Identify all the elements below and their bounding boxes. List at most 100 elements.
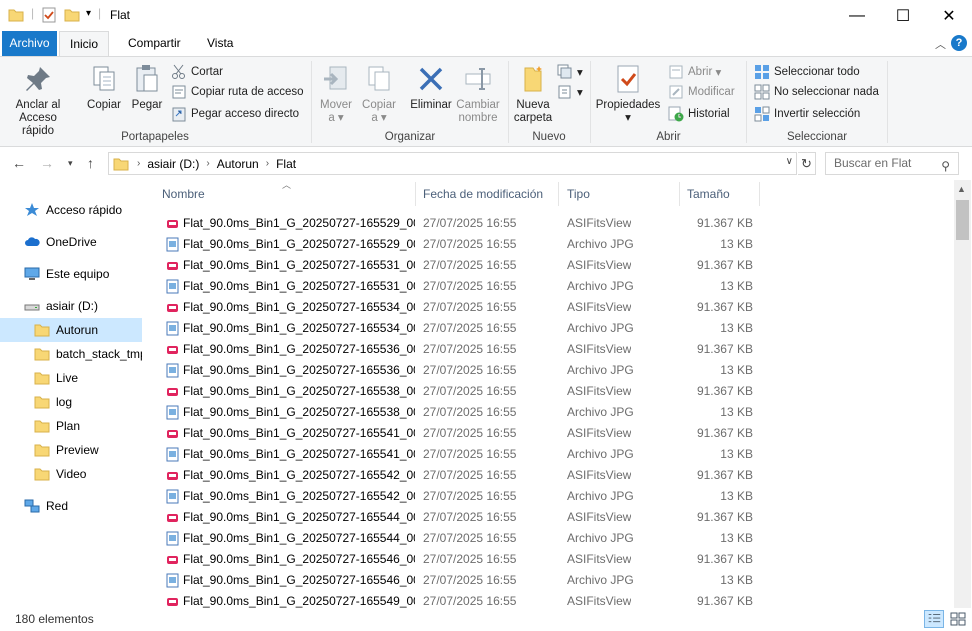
collapse-ribbon-icon[interactable]: ︿ — [935, 36, 946, 52]
open-button[interactable]: Abrir ▾ — [668, 63, 721, 81]
recent-locations-icon[interactable]: ▾ — [68, 158, 73, 169]
nav-item-este-equipo[interactable]: Este equipo — [0, 262, 142, 286]
select-none-button[interactable]: No seleccionar nada — [754, 83, 879, 101]
file-date: 27/07/2025 16:55 — [423, 405, 517, 419]
file-row[interactable]: Flat_90.0ms_Bin1_G_20250727-165546_0009 2… — [158, 549, 778, 570]
properties-qat-icon[interactable] — [41, 7, 57, 23]
file-row[interactable]: Flat_90.0ms_Bin1_G_20250727-165534_0003 2… — [158, 297, 778, 318]
scrollbar-thumb[interactable] — [956, 200, 969, 240]
title-separator: | — [98, 6, 102, 20]
scroll-up-icon[interactable]: ▲ — [957, 184, 966, 194]
breadcrumb-autorun[interactable]: Autorun — [217, 157, 259, 171]
column-divider[interactable] — [679, 182, 680, 206]
new-folder-label-2: carpeta — [513, 112, 553, 124]
qat-customize-icon[interactable]: ▾ — [86, 8, 91, 19]
file-row[interactable]: Flat_90.0ms_Bin1_G_20250727-165546_00...… — [158, 570, 778, 591]
nav-item-video[interactable]: Video — [0, 462, 142, 486]
nav-item-autorun[interactable]: Autorun — [0, 318, 142, 342]
nav-item-plan[interactable]: Plan — [0, 414, 142, 438]
maximize-button[interactable]: ☐ — [880, 0, 926, 31]
file-row[interactable]: Flat_90.0ms_Bin1_G_20250727-165549_0010 2… — [158, 591, 778, 608]
breadcrumb-drive[interactable]: asiair (D:) — [147, 157, 199, 171]
file-row[interactable]: Flat_90.0ms_Bin1_G_20250727-165538_00...… — [158, 402, 778, 423]
up-arrow-icon[interactable]: ↑ — [87, 155, 94, 171]
file-row[interactable]: Flat_90.0ms_Bin1_G_20250727-165536_0004 2… — [158, 339, 778, 360]
file-type: Archivo JPG — [567, 573, 634, 587]
move-to-button[interactable]: Mover a ▾ — [316, 63, 356, 125]
file-size: 13 KB — [720, 363, 753, 377]
nav-item-onedrive[interactable]: OneDrive — [0, 230, 142, 254]
address-dropdown-icon[interactable]: ∨ — [786, 156, 793, 167]
nav-item-log[interactable]: log — [0, 390, 142, 414]
copy-button[interactable]: Copiar — [84, 63, 124, 112]
paste-button[interactable]: Pegar — [128, 63, 166, 112]
move-to-label-1: Mover — [320, 99, 352, 111]
help-icon[interactable]: ? — [951, 35, 967, 51]
minimize-button[interactable]: — — [834, 0, 880, 31]
select-none-label: No seleccionar nada — [774, 86, 879, 98]
column-header-size[interactable]: Tamaño — [681, 180, 757, 208]
file-size: 13 KB — [720, 447, 753, 461]
close-icon: ✕ — [942, 7, 956, 25]
file-row[interactable]: Flat_90.0ms_Bin1_G_20250727-165534_00...… — [158, 318, 778, 339]
file-row[interactable]: Flat_90.0ms_Bin1_G_20250727-165531_00...… — [158, 276, 778, 297]
file-row[interactable]: Flat_90.0ms_Bin1_G_20250727-165536_00...… — [158, 360, 778, 381]
file-size: 13 KB — [720, 279, 753, 293]
close-button[interactable]: ✕ — [926, 0, 972, 31]
easy-access-button[interactable]: ▾ — [557, 83, 583, 101]
large-icons-view-icon[interactable] — [948, 610, 968, 628]
copy-path-button[interactable]: Copiar ruta de acceso — [171, 83, 304, 101]
cut-button[interactable]: Cortar — [171, 63, 223, 81]
file-row[interactable]: Flat_90.0ms_Bin1_G_20250727-165541_00...… — [158, 444, 778, 465]
nav-item-asiair-d[interactable]: asiair (D:) — [0, 294, 142, 318]
breadcrumb-flat[interactable]: Flat — [276, 157, 296, 171]
column-header-name[interactable]: Nombre — [156, 180, 414, 208]
file-row[interactable]: Flat_90.0ms_Bin1_G_20250727-165541_0006 2… — [158, 423, 778, 444]
refresh-button[interactable]: ↻ — [798, 152, 816, 175]
nav-item-preview[interactable]: Preview — [0, 438, 142, 462]
copy-to-button[interactable]: Copiar a ▾ — [359, 63, 399, 125]
paste-shortcut-button[interactable]: Pegar acceso directo — [171, 105, 299, 123]
pin-quick-access-button[interactable]: Anclar al Acceso rápido — [5, 63, 71, 138]
details-view-icon[interactable] — [924, 610, 944, 628]
back-arrow-icon[interactable]: ← — [12, 155, 26, 171]
file-row[interactable]: Flat_90.0ms_Bin1_G_20250727-165531_0002 2… — [158, 255, 778, 276]
file-row[interactable]: Flat_90.0ms_Bin1_G_20250727-165544_0008 2… — [158, 507, 778, 528]
column-header-type[interactable]: Tipo — [561, 180, 677, 208]
file-row[interactable]: Flat_90.0ms_Bin1_G_20250727-165538_0005 2… — [158, 381, 778, 402]
tab-vista[interactable]: Vista — [197, 31, 243, 56]
forward-arrow-icon[interactable]: → — [40, 155, 54, 171]
modify-button[interactable]: Modificar — [668, 83, 735, 101]
rename-button[interactable]: Cambiar nombre — [455, 63, 501, 125]
properties-button[interactable]: Propiedades ▾ — [595, 63, 661, 125]
nav-item-acceso-r-pido[interactable]: Acceso rápido — [0, 198, 142, 222]
new-folder-button[interactable]: Nueva carpeta — [512, 63, 554, 125]
nav-item-red[interactable]: Red — [0, 494, 142, 518]
select-all-button[interactable]: Seleccionar todo — [754, 63, 860, 81]
new-item-button[interactable]: ▾ — [557, 63, 583, 81]
file-date: 27/07/2025 16:55 — [423, 489, 517, 503]
column-divider[interactable] — [759, 182, 760, 206]
nav-item-live[interactable]: Live — [0, 366, 142, 390]
tab-archivo[interactable]: Archivo — [2, 31, 57, 56]
file-row[interactable]: Flat_90.0ms_Bin1_G_20250727-165542_0007 2… — [158, 465, 778, 486]
tab-compartir[interactable]: Compartir — [118, 31, 191, 56]
delete-button[interactable]: Eliminar — [408, 63, 454, 112]
new-folder-qat-icon[interactable] — [64, 7, 80, 23]
column-divider[interactable] — [558, 182, 559, 206]
nav-item-batch-stack-tmp[interactable]: batch_stack_tmp — [0, 342, 142, 366]
navigation-bar: ← → ▾ ↑ › asiair (D:) › Autorun › Flat ∨… — [0, 147, 972, 180]
tab-inicio[interactable]: Inicio — [59, 31, 110, 57]
address-bar[interactable]: › asiair (D:) › Autorun › Flat ∨ — [108, 152, 797, 175]
column-divider[interactable] — [415, 182, 416, 206]
file-row[interactable]: Flat_90.0ms_Bin1_G_20250727-165542_00...… — [158, 486, 778, 507]
vertical-scrollbar[interactable]: ▲ — [954, 180, 971, 608]
history-button[interactable]: Historial — [668, 105, 730, 123]
file-row[interactable]: Flat_90.0ms_Bin1_G_20250727-165529_0001 2… — [158, 213, 778, 234]
file-size: 91.367 KB — [696, 384, 753, 398]
file-row[interactable]: Flat_90.0ms_Bin1_G_20250727-165544_00...… — [158, 528, 778, 549]
column-header-date[interactable]: Fecha de modificación — [417, 180, 557, 208]
file-row[interactable]: Flat_90.0ms_Bin1_G_20250727-165529_00...… — [158, 234, 778, 255]
search-input[interactable]: Buscar en Flat ⚲ — [825, 152, 959, 175]
invert-selection-button[interactable]: Invertir selección — [754, 105, 860, 123]
